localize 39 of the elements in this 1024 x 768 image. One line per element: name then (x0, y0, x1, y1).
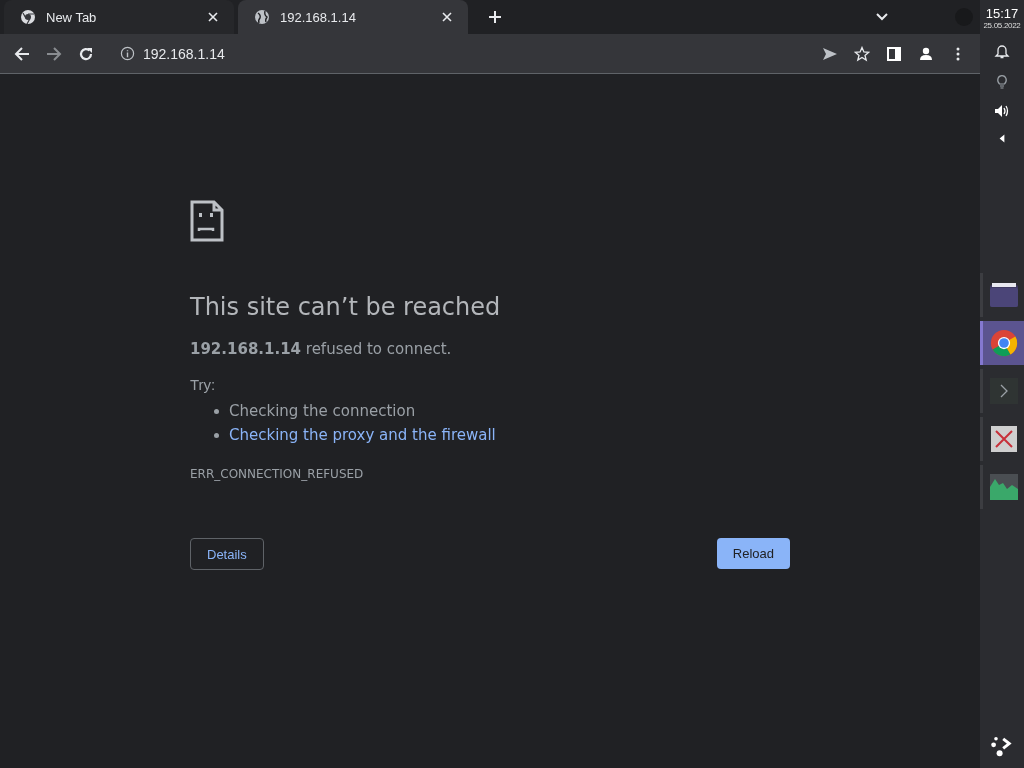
details-button[interactable]: Details (190, 538, 264, 570)
browser-tab[interactable]: New Tab (4, 0, 234, 34)
clock-time: 15:17 (985, 6, 1019, 21)
suggestion-text: Checking the connection (229, 402, 416, 420)
cross-icon (988, 425, 1019, 453)
error-message: 192.168.1.14 refused to connect. (190, 340, 453, 358)
back-icon[interactable] (14, 45, 30, 62)
chevron-down-icon[interactable] (876, 13, 888, 21)
bullet-icon (214, 432, 219, 438)
error-title: This site can’t be reached (190, 292, 502, 322)
sad-page-icon (190, 200, 224, 242)
info-icon[interactable] (120, 46, 135, 61)
system-monitor-icon (988, 473, 1019, 501)
send-icon[interactable] (822, 45, 838, 62)
side-panel-icon[interactable] (886, 45, 902, 62)
clock-date: 25.05.2022 (983, 21, 1021, 30)
terminal-icon (988, 377, 1019, 405)
folder-icon (988, 281, 1019, 309)
close-icon[interactable] (442, 12, 452, 22)
reload-button[interactable]: Reload (716, 538, 790, 569)
forward-icon[interactable] (46, 45, 62, 62)
bullet-icon (214, 408, 219, 414)
close-icon[interactable] (208, 12, 218, 22)
chrome-icon (988, 329, 1019, 357)
star-icon[interactable] (854, 45, 870, 62)
lightbulb-icon[interactable] (994, 73, 1010, 89)
error-code: ERR_CONNECTION_REFUSED (190, 467, 365, 481)
suggestion-link[interactable]: Checking the proxy and the firewall (229, 426, 496, 444)
reload-icon[interactable] (78, 45, 94, 62)
speaker-icon[interactable] (994, 103, 1010, 119)
new-tab-icon[interactable] (488, 10, 502, 24)
bell-icon[interactable] (994, 43, 1010, 59)
launcher-icon[interactable] (990, 734, 1014, 758)
collapse-icon[interactable] (998, 133, 1006, 144)
profile-icon[interactable] (918, 45, 934, 62)
browser-tab[interactable]: 192.168.1.14 (238, 0, 468, 34)
try-label: Try: (190, 376, 217, 393)
globe-icon (254, 9, 270, 25)
chrome-icon (20, 9, 36, 25)
